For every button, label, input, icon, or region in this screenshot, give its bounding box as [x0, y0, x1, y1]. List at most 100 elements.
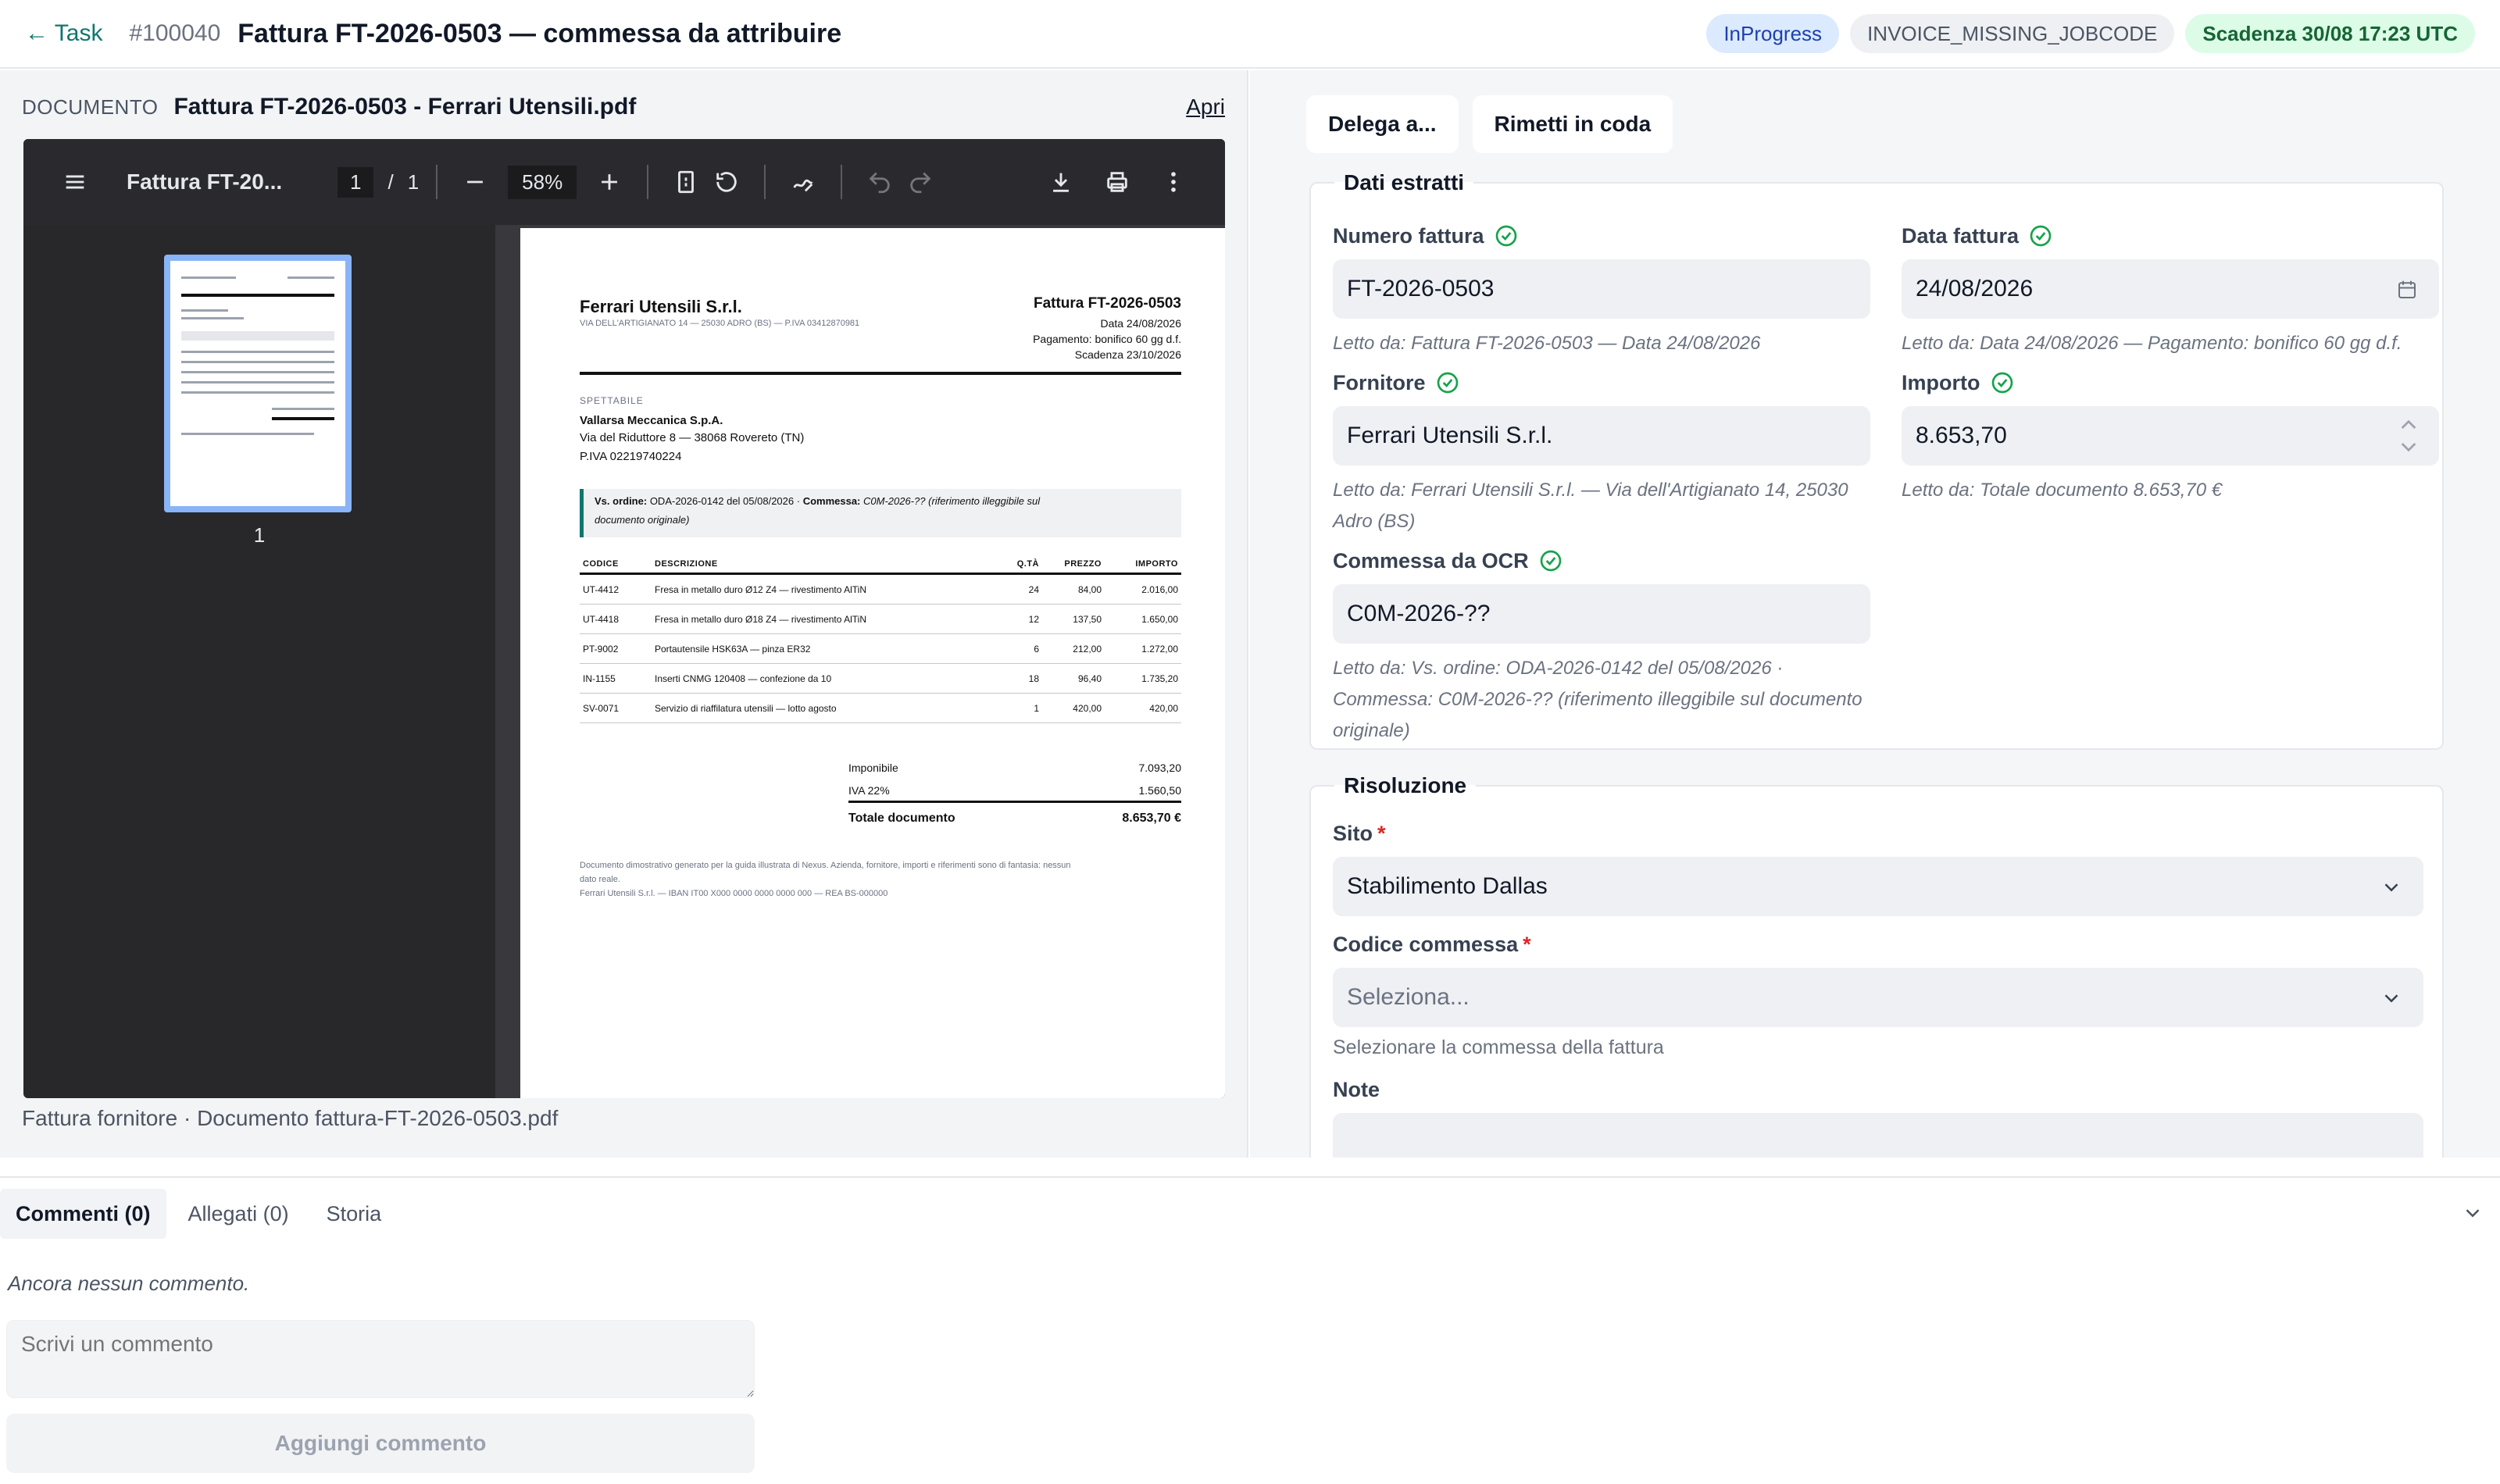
page-total: 1: [407, 169, 420, 194]
invoice-table-cell: 84,00: [1077, 583, 1102, 595]
back-to-tasks-link[interactable]: ← Task: [25, 20, 102, 47]
comments-panel: Commenti (0) Allegati (0) Storia Ancora …: [0, 1176, 2500, 1484]
invoice-number-input[interactable]: FT-2026-0503: [1333, 259, 1870, 319]
number-stepper-icon[interactable]: [2395, 412, 2422, 459]
chevron-down-icon: [2384, 883, 2398, 892]
more-icon[interactable]: [1153, 162, 1194, 202]
amount-input[interactable]: 8.653,70: [1902, 406, 2439, 466]
invoice-disclaimer: Documento dimostrativo generato per la g…: [580, 861, 1071, 870]
pdf-page-area: Ferrari Utensili S.r.l. VIA DELL'ARTIGIA…: [495, 225, 1225, 1098]
invoice-customer: Vallarsa Meccanica S.p.A.: [580, 414, 723, 427]
notes-field: Note: [1333, 1078, 2423, 1158]
thumbnail-sidebar: 1: [23, 225, 495, 1098]
extracted-data-legend: Dati estratti: [1344, 170, 1465, 194]
toolbar-divider: [436, 165, 438, 199]
thumbnail-page-number: 1: [253, 523, 266, 547]
add-comment-button[interactable]: Aggiungi commento: [6, 1414, 755, 1473]
page-number-input[interactable]: 1: [338, 166, 374, 198]
site-field: Sito * Stabilimento Dallas: [1333, 822, 2423, 916]
invoice-bank: Ferrari Utensili S.r.l. — IBAN IT00 X000…: [580, 889, 888, 898]
invoice-table-cell: 212,00: [1073, 643, 1102, 655]
verified-check-icon: [1495, 225, 1516, 247]
invoice-table-cell: 137,50: [1073, 613, 1102, 625]
invoice-table-cell: 1.650,00: [1141, 613, 1178, 625]
document-label: DOCUMENTO: [22, 95, 159, 119]
amount-field: Importo 8.653,70 Letto da: Totale docume…: [1902, 370, 2439, 506]
resolution-card: Risoluzione Sito * Stabilimento Dallas Co…: [1309, 773, 2444, 1158]
invoice-table-row: UT-4418 Fresa in metallo duro Ø18 Z4 — ri…: [580, 605, 1181, 634]
verified-check-icon: [1540, 550, 1561, 572]
toolbar-divider: [764, 165, 766, 199]
zoom-out-icon[interactable]: [455, 162, 495, 202]
invoice-number-field: Numero fattura FT-2026-0503 Letto da: Fa…: [1333, 223, 1870, 359]
zoom-level[interactable]: 58%: [508, 165, 577, 199]
undo-icon[interactable]: [859, 162, 900, 202]
invoice-date-source: Letto da: Data 24/08/2026 — Pagamento: b…: [1902, 333, 2402, 354]
tab-comments[interactable]: Commenti (0): [0, 1189, 166, 1239]
invoice-disclaimer-2: dato reale.: [580, 875, 620, 884]
open-document-link[interactable]: Apri: [1186, 95, 1225, 120]
task-id: #100040: [129, 20, 221, 46]
invoice-table-cell: IN-1155: [583, 672, 616, 684]
collapse-chevron-icon[interactable]: [2461, 1201, 2484, 1225]
invoice-lines-table: CODICE DESCRIZIONE Q.TÀ PREZZO IMPORTO UT-441…: [580, 555, 1181, 723]
rotate-icon[interactable]: [706, 162, 747, 202]
verified-check-icon: [2030, 225, 2052, 247]
notes-textarea[interactable]: [1333, 1113, 2423, 1158]
calendar-icon[interactable]: [2395, 278, 2419, 301]
delegate-button[interactable]: Delega a...: [1306, 95, 1459, 153]
site-select[interactable]: Stabilimento Dallas: [1333, 857, 2423, 916]
toolbar-divider: [647, 165, 649, 199]
redo-icon[interactable]: [900, 162, 941, 202]
invoice-table-cell: 18: [1028, 672, 1039, 684]
jobcode-help: Selezionare la commessa della fattura: [1333, 1036, 1664, 1058]
toolbar-divider: [841, 165, 843, 199]
page-thumbnail[interactable]: [164, 255, 352, 512]
supplier-input[interactable]: Ferrari Utensili S.r.l.: [1333, 406, 1870, 466]
invoice-column-header: Q.TÀ: [1016, 558, 1039, 569]
taxable-amount: 7.093,20: [1138, 762, 1182, 774]
requeue-button[interactable]: Rimetti in coda: [1472, 95, 1673, 153]
pdf-title: Fattura FT-20...: [127, 169, 283, 194]
invoice-customer-vat: P.IVA 02219740224: [580, 450, 682, 463]
document-header: DOCUMENTO Fattura FT-2026-0503 - Ferrari…: [22, 94, 1225, 120]
verified-check-icon: [1437, 372, 1458, 394]
invoice-date-input[interactable]: 24/08/2026: [1902, 259, 2439, 319]
supplier-field: Fornitore Ferrari Utensili S.r.l. Letto …: [1333, 370, 1870, 537]
invoice-table-cell: 2.016,00: [1141, 583, 1178, 595]
top-header: ← Task #100040 Fattura FT-2026-0503 — co…: [0, 0, 2500, 69]
invoice-table-cell: PT-9002: [583, 643, 619, 655]
invoice-number-source: Letto da: Fattura FT-2026-0503 — Data 24…: [1333, 333, 1761, 354]
header-badges: InProgress INVOICE_MISSING_JOBCODE Scade…: [1706, 14, 2475, 53]
download-icon[interactable]: [1041, 162, 1081, 202]
task-type-badge: INVOICE_MISSING_JOBCODE: [1850, 14, 2175, 53]
invoice-column-header: PREZZO: [1064, 558, 1102, 569]
fit-page-icon[interactable]: [666, 162, 706, 202]
invoice-totals: Imponibile 7.093,20 IVA 22% 1.560,50 Total…: [848, 762, 1182, 825]
jobcode-field: Codice commessa * Seleziona... Selezionar…: [1333, 933, 2423, 1059]
deadline-badge: Scadenza 30/08 17:23 UTC: [2185, 14, 2475, 53]
invoice-table-row: SV-0071 Servizio di riaffilatura utensili…: [580, 694, 1181, 723]
print-icon[interactable]: [1097, 162, 1138, 202]
pdf-toolbar: Fattura FT-20... 1 / 1 58%: [23, 139, 1225, 225]
verified-check-icon: [1991, 372, 2012, 394]
pdf-viewer: Fattura FT-20... 1 / 1 58% 1 Ferrari Ute…: [23, 139, 1225, 1098]
invoice-supplier: Ferrari Utensili S.r.l.: [580, 297, 742, 316]
chevron-down-icon: [2384, 994, 2398, 1003]
jobcode-select[interactable]: Seleziona...: [1333, 968, 2423, 1027]
invoice-table-cell: Fresa in metallo duro Ø18 Z4 — rivestime…: [655, 613, 866, 625]
action-buttons: Delega a... Rimetti in coda: [1306, 95, 1673, 153]
zoom-in-icon[interactable]: [589, 162, 630, 202]
vat-amount: 1.560,50: [1138, 783, 1182, 797]
menu-icon[interactable]: [55, 162, 95, 202]
invoice-customer-address: Via del Riduttore 8 — 38068 Rovereto (TN…: [580, 431, 805, 444]
tab-history[interactable]: Storia: [311, 1189, 398, 1239]
ocr-jobcode-input[interactable]: C0M-2026-??: [1333, 584, 1870, 644]
tab-attachments[interactable]: Allegati (0): [173, 1189, 305, 1239]
invoice-column-header: DESCRIZIONE: [655, 558, 718, 569]
comment-input[interactable]: [6, 1320, 755, 1398]
annotate-icon[interactable]: [783, 162, 823, 202]
invoice-table-row: PT-9002 Portautensile HSK63A — pinza ER32…: [580, 634, 1181, 664]
comments-tabs: Commenti (0) Allegati (0) Storia: [0, 1189, 403, 1239]
invoice-date-field: Data fattura 24/08/2026 Letto da: Data 2…: [1902, 223, 2439, 359]
